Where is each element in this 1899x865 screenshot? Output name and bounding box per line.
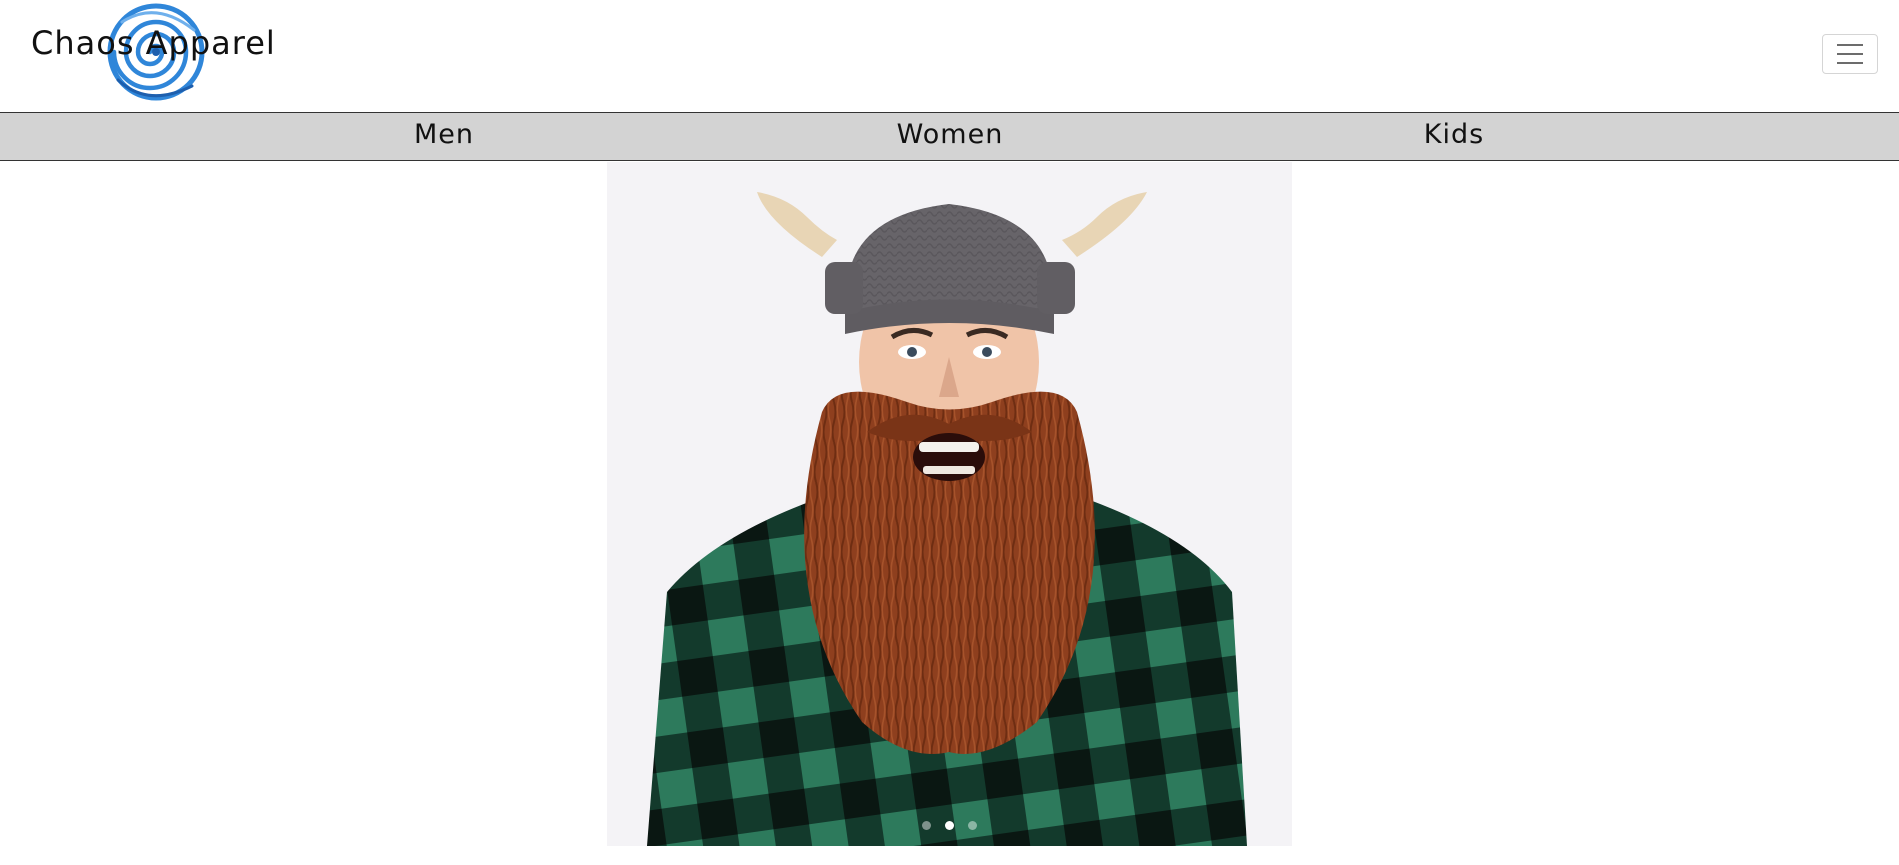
hamburger-menu-icon xyxy=(1837,44,1863,46)
carousel-indicators xyxy=(607,821,1292,831)
nav-item-men[interactable]: Men xyxy=(414,119,474,150)
carousel-slide-image xyxy=(607,162,1292,846)
nav-item-kids[interactable]: Kids xyxy=(1424,119,1484,150)
carousel-indicator-3[interactable] xyxy=(968,821,977,830)
nav-item-women[interactable]: Women xyxy=(897,119,1004,150)
carousel-indicator-2[interactable] xyxy=(945,821,954,830)
brand-name: Chaos Apparel xyxy=(31,24,276,62)
category-nav: Men Women Kids xyxy=(0,112,1899,161)
brand-logo[interactable]: Chaos Apparel xyxy=(26,2,296,104)
hero-carousel[interactable] xyxy=(607,162,1292,846)
carousel-indicator-1[interactable] xyxy=(922,821,931,830)
hamburger-menu-button[interactable] xyxy=(1822,34,1878,74)
site-header: Chaos Apparel xyxy=(0,0,1899,112)
